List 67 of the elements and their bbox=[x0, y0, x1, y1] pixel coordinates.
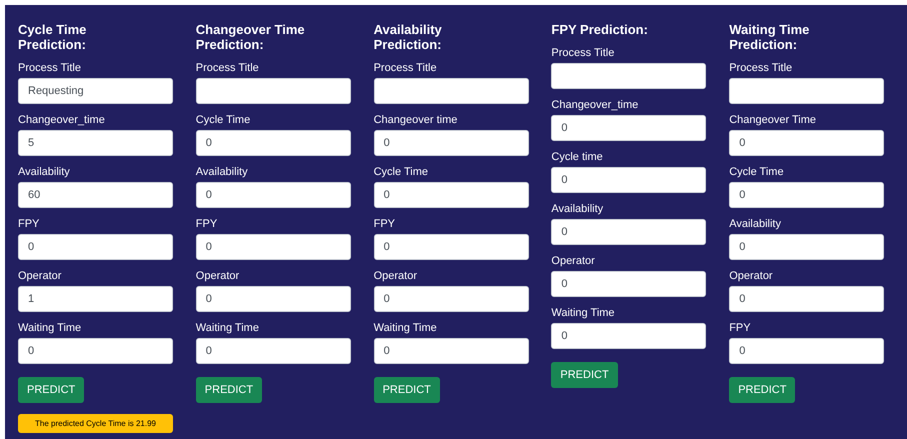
input-field[interactable]: 0 bbox=[551, 219, 706, 245]
field-label: Process Title bbox=[551, 46, 614, 60]
field-label: Process Title bbox=[374, 61, 437, 75]
input-field[interactable]: 0 bbox=[374, 130, 529, 156]
result-message: The predicted Cycle Time is 21.99 bbox=[18, 414, 173, 433]
field-label: Cycle time bbox=[551, 150, 603, 164]
field-label: Changeover time bbox=[374, 113, 458, 127]
predict-button[interactable]: PREDICT bbox=[18, 377, 84, 403]
field-label: Availability bbox=[551, 202, 604, 216]
input-field[interactable]: 0 bbox=[729, 182, 884, 208]
field-label: Changeover Time bbox=[729, 113, 816, 127]
input-field[interactable]: 60 bbox=[18, 182, 173, 208]
field-label: FPY bbox=[196, 217, 218, 231]
form-title: Availability Prediction: bbox=[374, 22, 443, 52]
field-label: Cycle Time bbox=[729, 165, 784, 179]
field-label: Availability bbox=[18, 165, 70, 179]
field-label: Cycle Time bbox=[374, 165, 428, 179]
input-field[interactable]: 0 bbox=[729, 338, 884, 364]
field-label: Process Title bbox=[196, 61, 259, 75]
field-label: FPY bbox=[18, 217, 40, 231]
field-label: Waiting Time bbox=[18, 321, 82, 335]
field-label: Cycle Time bbox=[196, 113, 250, 127]
input-field[interactable]: 0 bbox=[196, 182, 351, 208]
predict-button[interactable]: PREDICT bbox=[551, 362, 618, 388]
input-field[interactable]: 1 bbox=[18, 286, 173, 312]
input-field[interactable]: 0 bbox=[374, 286, 529, 312]
input-field[interactable]: 5 bbox=[18, 130, 173, 156]
field-label: Waiting Time bbox=[196, 321, 259, 335]
field-label: Waiting Time bbox=[374, 321, 437, 335]
input-field[interactable]: 0 bbox=[551, 271, 706, 297]
predict-button[interactable]: PREDICT bbox=[729, 377, 796, 403]
field-label: Availability bbox=[196, 165, 248, 179]
input-field[interactable]: 0 bbox=[18, 234, 173, 260]
form-title: Waiting Time Prediction: bbox=[729, 22, 810, 52]
form-title: Cycle Time Prediction: bbox=[18, 22, 88, 52]
field-label: Operator bbox=[18, 269, 62, 283]
input-field[interactable]: 0 bbox=[196, 234, 351, 260]
input-field[interactable]: Requesting bbox=[18, 78, 173, 104]
field-label: Process Title bbox=[729, 61, 792, 75]
field-label: Waiting Time bbox=[551, 306, 615, 320]
field-label: Process Title bbox=[18, 61, 81, 75]
predict-button[interactable]: PREDICT bbox=[374, 377, 440, 403]
field-label: Operator bbox=[196, 269, 240, 283]
input-field[interactable]: 0 bbox=[196, 286, 351, 312]
input-field[interactable]: 0 bbox=[374, 338, 529, 364]
input-field[interactable]: 0 bbox=[729, 286, 884, 312]
field-label: FPY bbox=[729, 321, 751, 335]
field-label: Operator bbox=[551, 254, 595, 268]
field-label: Operator bbox=[374, 269, 418, 283]
predict-button[interactable]: PREDICT bbox=[196, 377, 262, 403]
input-field[interactable]: 0 bbox=[729, 130, 884, 156]
input-field[interactable]: 0 bbox=[18, 338, 173, 364]
field-label: Changeover_time bbox=[18, 113, 105, 127]
input-field[interactable]: 0 bbox=[551, 167, 706, 193]
input-field[interactable]: 0 bbox=[551, 323, 706, 349]
form-title: Changeover Time Prediction: bbox=[196, 22, 306, 52]
field-label: Changeover_time bbox=[551, 98, 638, 112]
input-field[interactable]: 0 bbox=[196, 338, 351, 364]
field-label: Operator bbox=[729, 269, 773, 283]
form-title: FPY Prediction: bbox=[551, 22, 649, 37]
field-label: FPY bbox=[374, 217, 395, 231]
input-field[interactable]: 0 bbox=[374, 234, 529, 260]
input-field[interactable]: 0 bbox=[196, 130, 351, 156]
input-field[interactable]: 0 bbox=[729, 234, 884, 260]
input-field[interactable]: 0 bbox=[374, 182, 529, 208]
field-label: Availability bbox=[729, 217, 781, 231]
input-field[interactable]: 0 bbox=[551, 115, 706, 141]
